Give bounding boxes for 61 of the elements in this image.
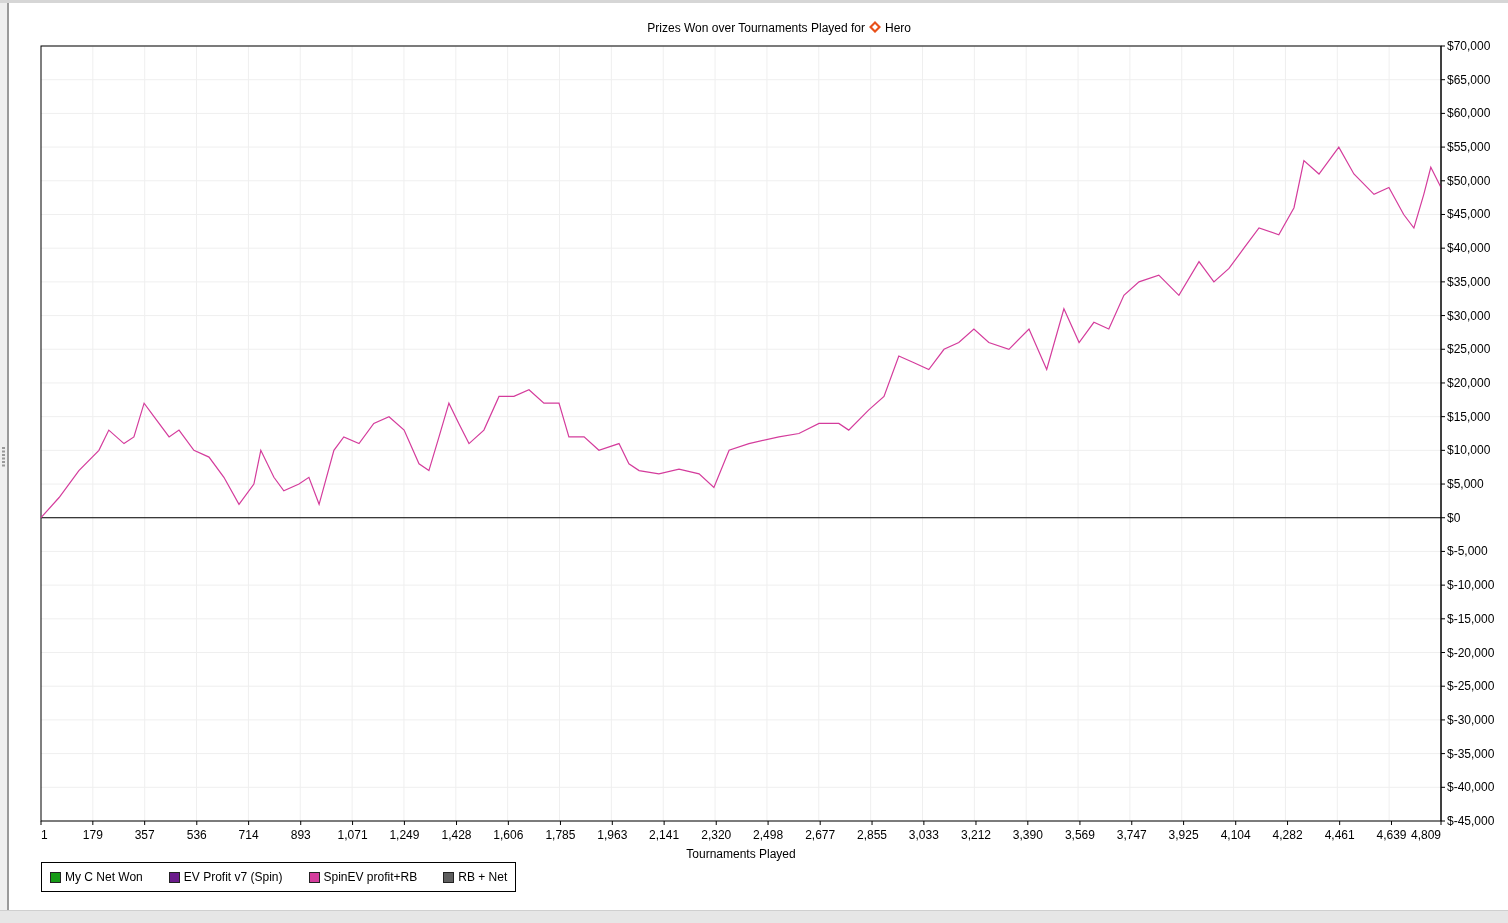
x-tick-label: 1,606 (493, 828, 524, 842)
x-tick-label: 3,747 (1116, 828, 1147, 842)
x-tick-label: 3,390 (1012, 828, 1043, 842)
x-tick-label: 4,809 (1410, 828, 1441, 842)
legend-label: SpinEV profit+RB (323, 870, 418, 884)
x-tick-label: 1 (41, 828, 48, 842)
y-tick-label: $35,000 (1447, 274, 1491, 289)
y-tick-label: $-20,000 (1447, 645, 1495, 660)
y-tick-label: $-40,000 (1447, 780, 1495, 795)
x-tick-label: 536 (186, 828, 207, 842)
x-tick-label: 1,249 (389, 828, 420, 842)
x-tick-label: 1,071 (337, 828, 368, 842)
y-tick-label: $10,000 (1447, 443, 1491, 458)
y-tick-label: $-25,000 (1447, 679, 1495, 694)
x-tick-label: 893 (290, 828, 311, 842)
x-tick-label: 4,104 (1220, 828, 1251, 842)
y-tick-label: $25,000 (1447, 342, 1491, 357)
splitter-grip-icon[interactable] (2, 446, 5, 467)
x-tick-label: 4,639 (1376, 828, 1407, 842)
y-tick-label: $-5,000 (1447, 544, 1488, 559)
legend-label: RB + Net (458, 870, 508, 884)
y-tick-label: $60,000 (1447, 106, 1491, 121)
chart-title: Prizes Won over Tournaments Played for (647, 21, 865, 35)
y-tick-label: $20,000 (1447, 375, 1491, 390)
legend-label: EV Profit v7 (Spin) (183, 870, 283, 884)
x-tick-label: 1,785 (545, 828, 576, 842)
player-diamond-icon (869, 21, 881, 33)
x-tick-label: 2,855 (857, 828, 888, 842)
y-tick-label: $40,000 (1447, 241, 1491, 256)
y-tick-label: $0 (1447, 510, 1461, 525)
x-tick-label: 179 (82, 828, 103, 842)
x-tick-label: 3,212 (960, 828, 991, 842)
x-tick-label: 2,498 (753, 828, 784, 842)
x-tick-label: 1,428 (441, 828, 472, 842)
y-tick-label: $55,000 (1447, 140, 1491, 155)
legend-label: My C Net Won (65, 870, 143, 884)
y-tick-label: $30,000 (1447, 308, 1491, 323)
x-tick-label: 4,461 (1324, 828, 1355, 842)
y-tick-label: $-10,000 (1447, 578, 1495, 593)
x-tick-label: 1,963 (597, 828, 628, 842)
y-tick-label: $70,000 (1447, 39, 1491, 53)
y-tick-label: $45,000 (1447, 207, 1491, 222)
x-tick-label: 3,033 (908, 828, 939, 842)
y-tick-label: $15,000 (1447, 409, 1491, 424)
x-tick-label: 3,925 (1168, 828, 1199, 842)
y-tick-label: $-35,000 (1447, 746, 1495, 761)
y-tick-label: $-30,000 (1447, 712, 1495, 727)
x-tick-label: 2,141 (649, 828, 680, 842)
y-tick-label: $5,000 (1447, 477, 1484, 492)
x-tick-label: 357 (134, 828, 155, 842)
x-axis-title: Tournaments Played (686, 847, 796, 861)
y-tick-label: $-15,000 (1447, 611, 1495, 626)
x-tick-label: 4,282 (1272, 828, 1303, 842)
player-name: Hero (885, 21, 911, 35)
x-tick-label: 3,569 (1064, 828, 1095, 842)
y-tick-label: $-45,000 (1447, 814, 1495, 828)
x-tick-label: 714 (238, 828, 259, 842)
y-tick-label: $50,000 (1447, 173, 1491, 188)
x-tick-label: 2,320 (701, 828, 732, 842)
x-tick-label: 2,677 (805, 828, 836, 842)
y-tick-label: $65,000 (1447, 72, 1491, 87)
